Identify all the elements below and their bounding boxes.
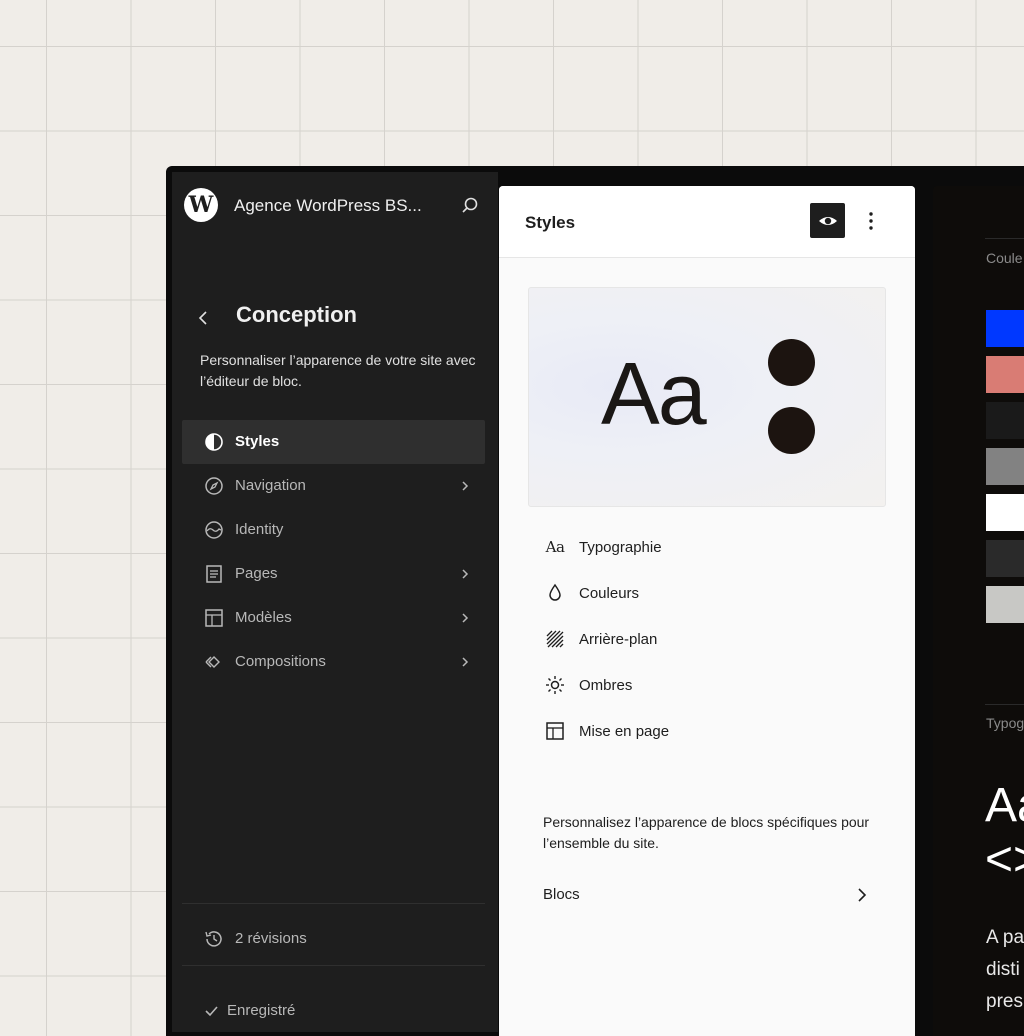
sidebar-nav: Styles Navigation Identity Pages Modèles… [182,420,485,684]
revisions-label: 2 révisions [235,930,307,947]
page-title: Conception [236,302,357,327]
paragraph-sample: pres [986,991,1023,1012]
chevron-right-icon [455,564,475,584]
divider [985,238,1024,239]
sidebar: W Agence WordPress BS... Conception Pers… [172,172,498,1032]
sidebar-item-pages[interactable]: Pages [182,552,485,596]
menu-item-background[interactable]: Arrière-plan [543,616,883,662]
search-icon[interactable] [458,194,482,218]
preview-color-dot [768,339,815,386]
typography-sample: <> [985,833,1024,886]
droplet-icon [543,581,567,605]
color-swatch[interactable] [986,310,1024,347]
compass-icon [202,474,226,498]
layout-icon [543,719,567,743]
panel-title: Styles [525,213,576,232]
preview-typography: Aa [601,344,707,443]
identity-icon [202,518,226,542]
typography-heading: Typog [986,715,1024,731]
menu-item-shadows[interactable]: Ombres [543,662,883,708]
sidebar-item-compositions[interactable]: Compositions [182,640,485,684]
sidebar-item-modeles[interactable]: Modèles [182,596,485,640]
style-book-canvas: Coule Typog Aa <> A pa disti pres [933,186,1024,1036]
menu-item-label: Arrière-plan [579,631,658,648]
chevron-right-icon [455,608,475,628]
colors-heading: Coule [986,250,1023,266]
site-editor: W Agence WordPress BS... Conception Pers… [166,166,1024,1036]
menu-item-typography[interactable]: Aa Typographie [543,524,883,570]
menu-item-layout[interactable]: Mise en page [543,708,883,754]
sidebar-description: Personnaliser l’apparence de votre site … [200,352,476,389]
sidebar-item-label: Navigation [235,477,306,494]
saved-status: Enregistré [202,998,402,1024]
menu-item-label: Ombres [579,677,633,694]
wordpress-logo-icon[interactable]: W [184,188,218,222]
blocks-description: Personnalisez l’apparence de blocs spéci… [543,814,870,851]
saved-label: Enregistré [227,1002,296,1019]
sidebar-item-label: Styles [235,433,280,450]
sidebar-item-label: Modèles [235,609,292,626]
chevron-left-icon[interactable] [192,306,216,330]
chevron-right-icon [455,476,475,496]
half-circle-icon [202,430,226,454]
sidebar-item-label: Identity [235,521,284,538]
paragraph-sample: disti [986,959,1020,980]
divider [182,965,485,966]
layout-icon [202,606,226,630]
color-swatch[interactable] [986,540,1024,577]
sidebar-item-label: Compositions [235,653,326,670]
style-preview[interactable]: Aa [528,287,886,507]
color-swatch[interactable] [986,402,1024,439]
panel-header: Styles [499,186,915,258]
sidebar-item-identity[interactable]: Identity [182,508,485,552]
divider [182,903,485,904]
diamond-icon [202,650,226,674]
chevron-right-icon [455,652,475,672]
blocks-label: Blocs [543,886,580,903]
preview-button[interactable] [810,203,845,238]
styles-panel: Styles Aa Aa Typographie Couleurs Arrièr… [499,186,915,1036]
preview-color-dot [768,407,815,454]
chevron-right-icon [851,884,873,906]
revisions-button[interactable]: 2 révisions [202,924,462,954]
more-options-icon[interactable] [859,206,883,236]
paragraph-sample: A pa [986,927,1024,948]
background-icon [543,627,567,651]
site-title[interactable]: Agence WordPress BS... [234,196,422,216]
eye-icon [818,216,837,225]
menu-item-colors[interactable]: Couleurs [543,570,883,616]
check-icon [202,1001,222,1021]
typography-sample: Aa [985,779,1024,832]
history-icon [202,927,226,951]
color-swatch[interactable] [986,356,1024,393]
blocks-button[interactable]: Blocs [543,882,873,908]
menu-item-label: Typographie [579,539,662,556]
color-swatch[interactable] [986,494,1024,531]
shadow-icon [543,673,567,697]
menu-item-label: Mise en page [579,723,670,740]
color-swatch[interactable] [986,586,1024,623]
color-swatch[interactable] [986,448,1024,485]
page-icon [202,562,226,586]
sidebar-item-navigation[interactable]: Navigation [182,464,485,508]
styles-menu: Aa Typographie Couleurs Arrière-plan Omb… [543,524,883,754]
menu-item-label: Couleurs [579,585,640,602]
typography-icon: Aa [545,538,565,556]
sidebar-header: W Agence WordPress BS... [184,186,484,226]
sidebar-item-styles[interactable]: Styles [182,420,485,464]
back-row: Conception [192,300,482,336]
sidebar-item-label: Pages [235,565,278,582]
divider [985,704,1024,705]
